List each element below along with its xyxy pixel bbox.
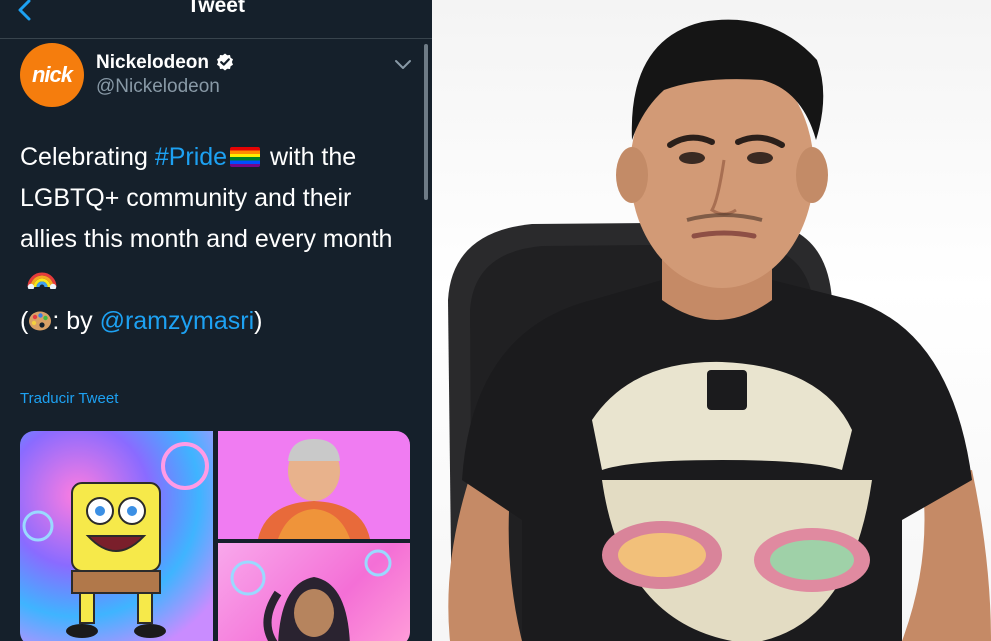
media-image-spongebob[interactable] <box>20 431 213 641</box>
mention-link[interactable]: @ramzymasri <box>100 307 255 335</box>
spongebob-illustration <box>22 442 209 638</box>
media-image-character[interactable] <box>218 543 410 641</box>
media-image-portrait[interactable] <box>218 431 410 539</box>
verified-badge-icon <box>217 53 233 71</box>
tweet-header-bar: Tweet <box>0 0 432 39</box>
account-handle[interactable]: @Nickelodeon <box>96 76 220 98</box>
page-title: Tweet <box>187 0 245 17</box>
translate-tweet-link[interactable]: Traducir Tweet <box>20 390 118 407</box>
tweet-body: Celebrating #Pride with the LGBTQ+ commu… <box>20 137 415 342</box>
avatar[interactable]: nick <box>20 43 84 107</box>
rainbow-icon <box>27 272 57 289</box>
presenter-illustration <box>448 19 991 641</box>
scrollbar[interactable] <box>424 44 428 200</box>
artist-palette-icon <box>29 311 52 331</box>
hashtag-link[interactable]: #Pride <box>155 143 227 171</box>
character-illustration <box>230 549 392 641</box>
tweet-media-grid <box>20 431 410 641</box>
tweet-text-lead: Celebrating <box>20 143 155 171</box>
pride-flag-icon <box>230 147 261 167</box>
credit-by-text: : by <box>52 307 100 335</box>
display-name[interactable]: Nickelodeon <box>96 52 209 74</box>
tweet-screenshot: Tweet nick Nickelodeon @Nickelodeon Cele… <box>0 0 432 641</box>
credit-close-paren: ) <box>254 307 263 335</box>
presenter-photo <box>432 0 991 641</box>
portrait-illustration <box>258 439 370 539</box>
credit-open-paren: ( <box>20 307 29 335</box>
chevron-down-icon[interactable] <box>394 58 412 72</box>
avatar-logo-text: nick <box>31 62 73 87</box>
